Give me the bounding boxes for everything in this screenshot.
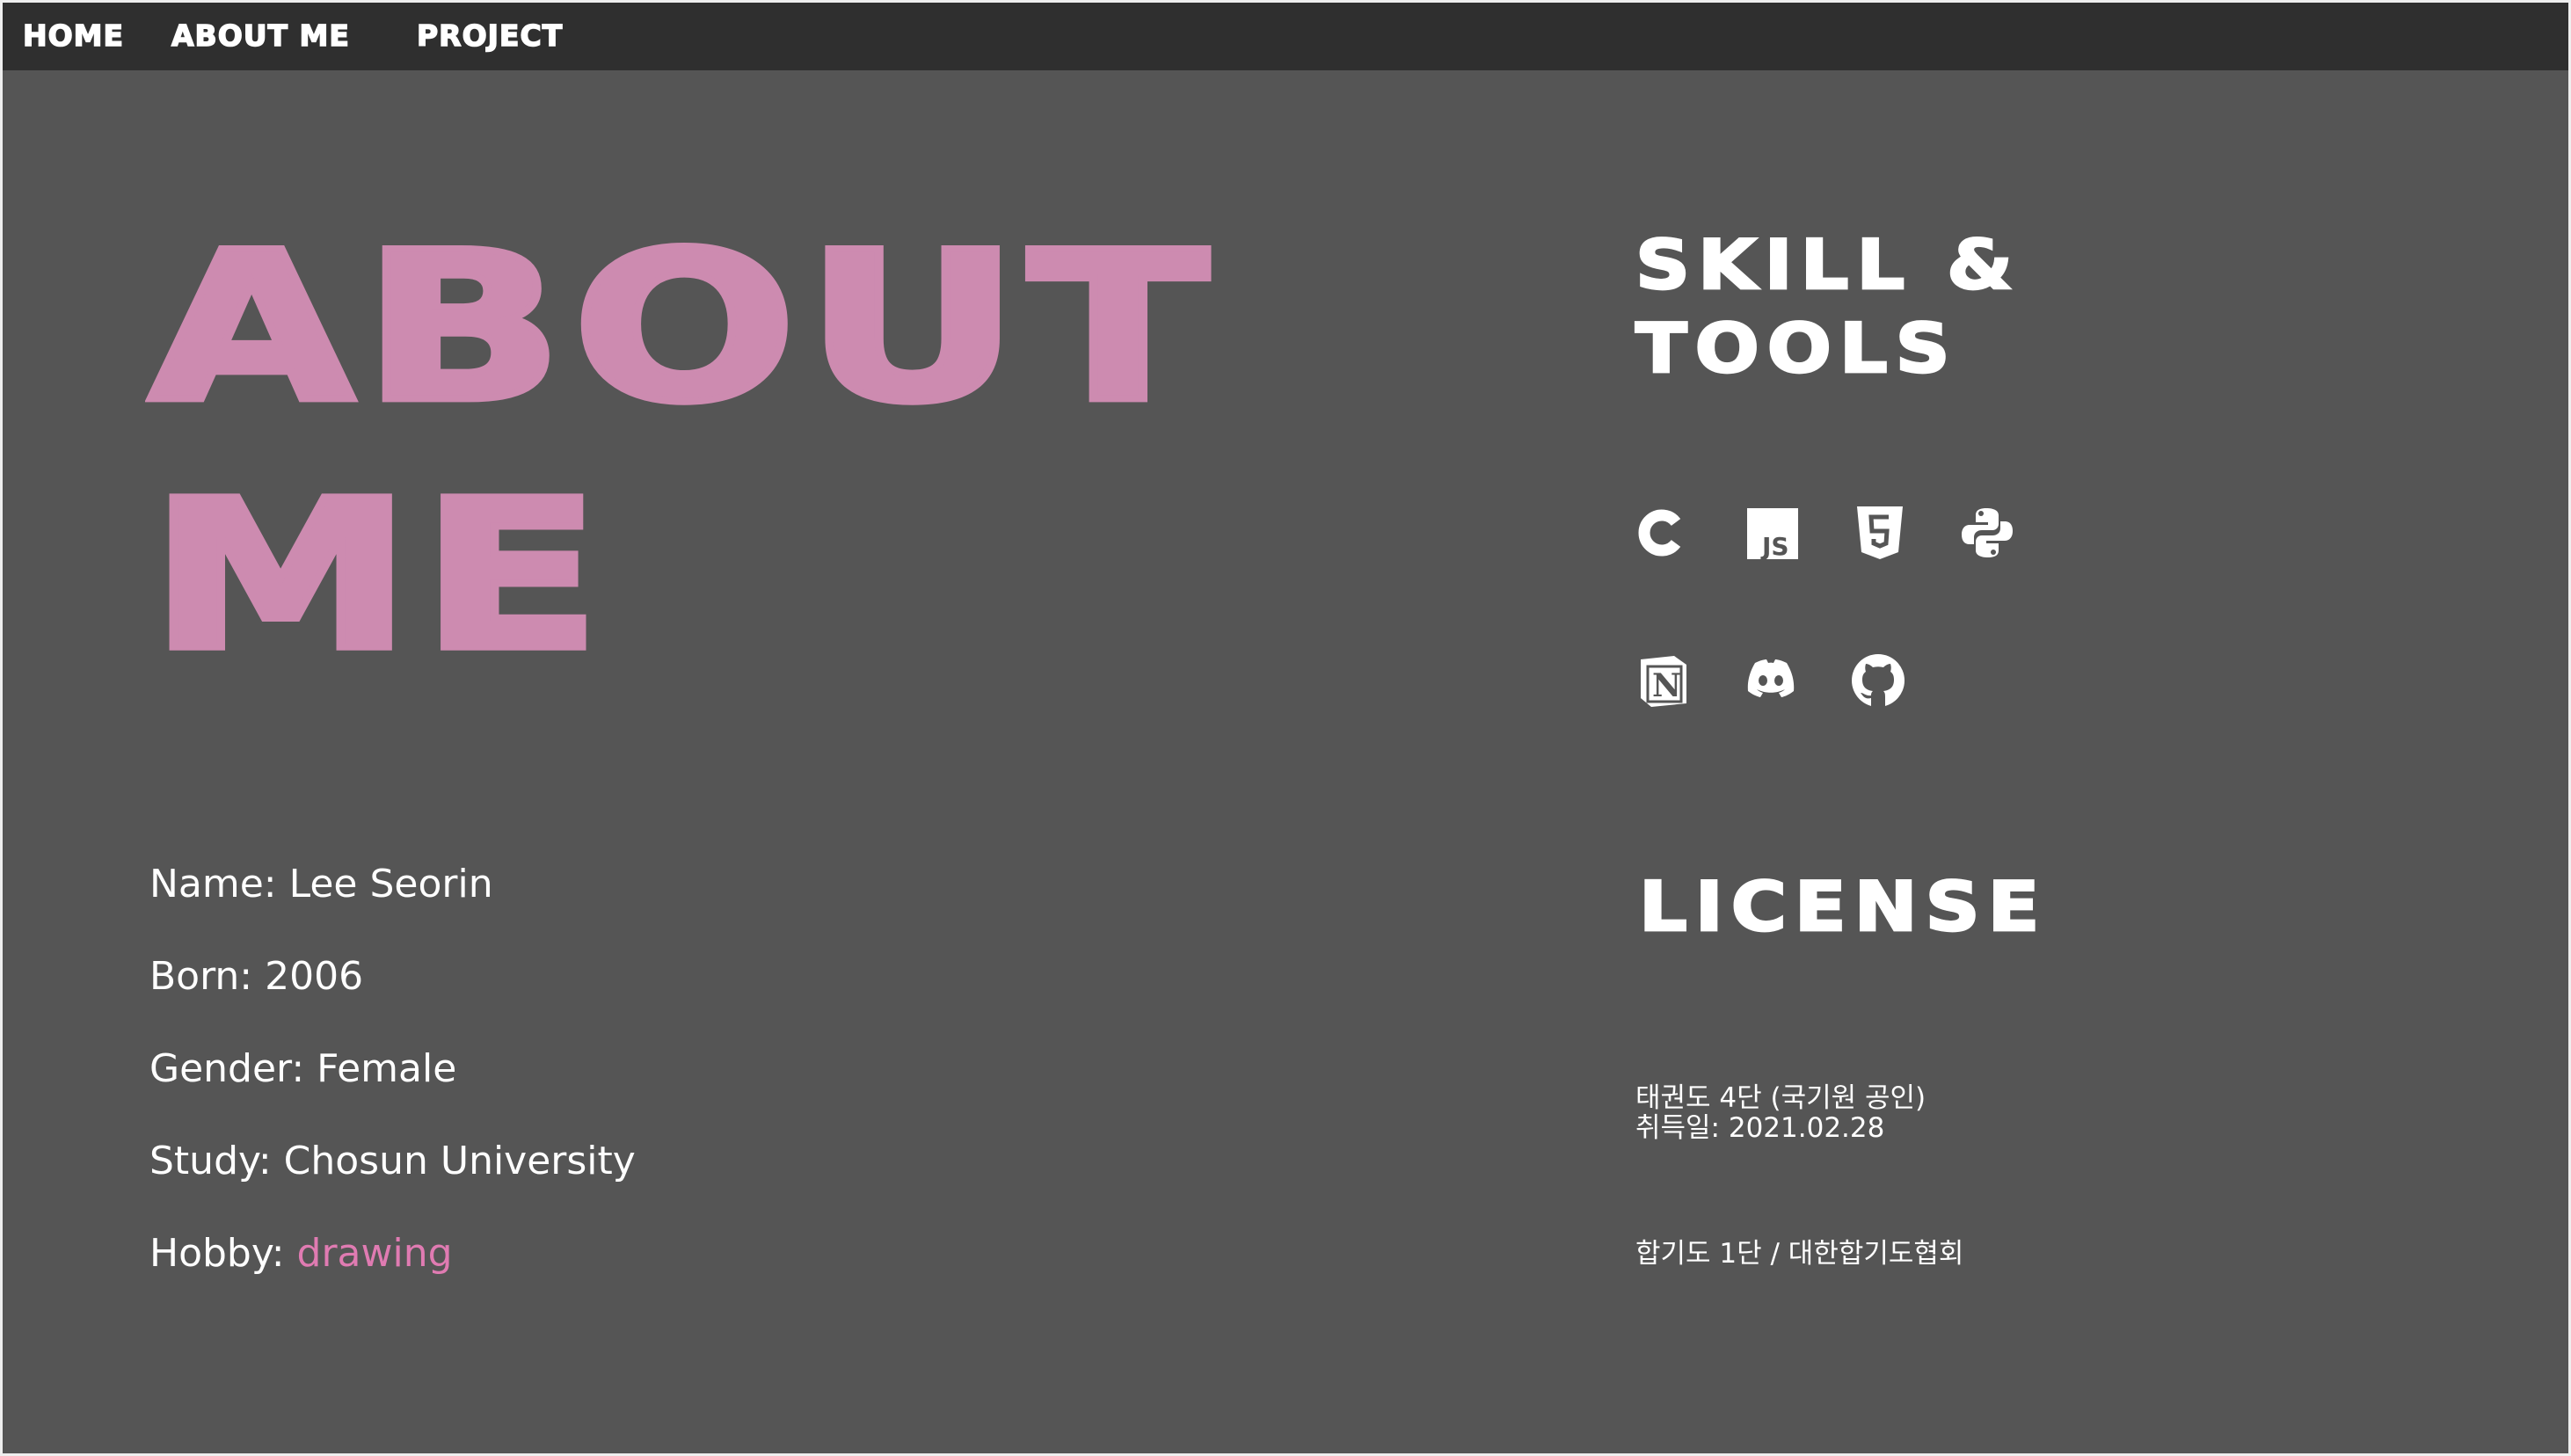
info-born: Born: 2006	[149, 954, 364, 999]
license-taekwondo-line-2: 취득일: 2021.02.28	[1635, 1112, 1885, 1144]
discord-icon	[1743, 652, 1799, 709]
hobby-value: drawing	[296, 1231, 453, 1276]
info-name: Name: Lee Seorin	[149, 862, 493, 906]
skill-title-line-1: SKILL &	[1634, 224, 2021, 306]
about-title-line-1: ABOUT	[145, 205, 1218, 451]
license-taekwondo-line-1: 태권도 4단 (국기원 공인)	[1635, 1082, 1926, 1114]
info-hobby: Hobby: drawing	[149, 1231, 453, 1276]
hobby-label: Hobby:	[149, 1231, 297, 1276]
notion-icon: N	[1635, 652, 1692, 709]
top-navbar: HOME ABOUT ME PROJECT	[0, 0, 2571, 70]
skill-title-line-2: TOOLS	[1634, 309, 1958, 390]
c-icon	[1635, 505, 1692, 561]
skill-tools-title: SKILL & TOOLS	[1634, 223, 2021, 391]
license-hapkido: 합기도 1단 / 대한합기도협회	[1635, 1238, 1964, 1270]
nav-about-me-link[interactable]: ABOUT ME	[171, 18, 350, 54]
svg-text:N: N	[1652, 667, 1681, 704]
nav-home-link[interactable]: HOME	[22, 18, 124, 54]
info-gender: Gender: Female	[149, 1046, 457, 1091]
github-icon	[1850, 652, 1906, 709]
svg-text:JS: JS	[1760, 532, 1789, 561]
about-me-title: ABOUT ME	[145, 204, 1218, 701]
license-title: LICENSE	[1637, 866, 2048, 948]
nav-project-link[interactable]: PROJECT	[416, 18, 563, 54]
html5-icon	[1852, 505, 1908, 561]
license-taekwondo: 태권도 4단 (국기원 공인) 취득일: 2021.02.28	[1635, 1083, 1926, 1143]
python-icon	[1959, 505, 2015, 561]
about-title-line-2: ME	[145, 453, 610, 699]
javascript-icon: JS	[1745, 506, 1802, 563]
info-study: Study: Chosun University	[149, 1139, 636, 1183]
